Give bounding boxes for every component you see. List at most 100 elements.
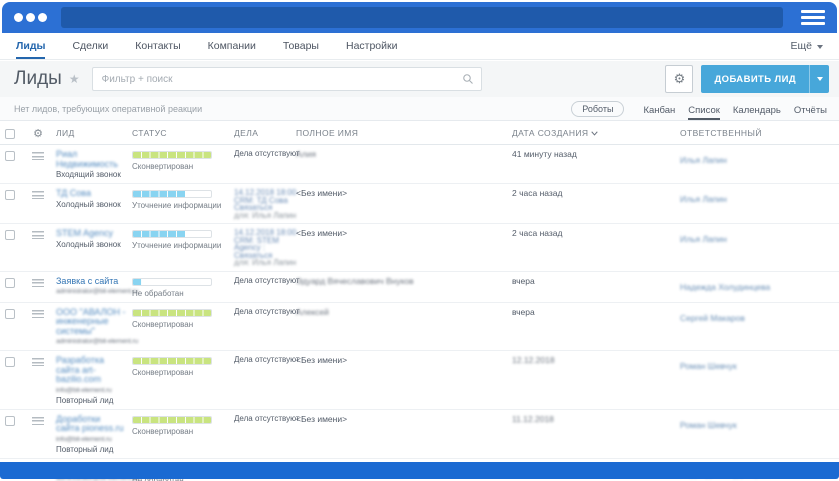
table-header: ⚙ ЛИД СТАТУС ДЕЛА ПОЛНОЕ ИМЯ ДАТА СОЗДАН… — [0, 122, 839, 145]
filter-search-input[interactable] — [91, 67, 482, 91]
table-row[interactable]: ТД Сова Холодный звонок Уточнение информац… — [0, 184, 839, 224]
favorite-star-icon[interactable]: ★ — [69, 72, 80, 86]
column-header-status[interactable]: СТАТУС — [132, 128, 234, 138]
table-row[interactable]: Доработки сайта pioness.ru info@bit-eleme… — [0, 409, 839, 459]
add-lead-label: ДОБАВИТЬ ЛИД — [714, 73, 796, 85]
add-lead-dropdown-button[interactable] — [810, 65, 829, 93]
row-menu-icon[interactable] — [32, 278, 44, 287]
column-header-lead[interactable]: ЛИД — [56, 128, 132, 138]
row-checkbox-cell — [0, 189, 26, 200]
status-progress-bar — [132, 277, 212, 286]
responsible-link[interactable]: Илья Лапин — [680, 234, 727, 244]
table-row[interactable]: Заявка с сайтаadministrator@bit-element.… — [0, 271, 839, 303]
app-menu-icon[interactable] — [14, 13, 47, 22]
table-row[interactable]: STEM Agency Холодный звонок Уточнение инфо… — [0, 224, 839, 272]
row-checkbox-cell — [0, 415, 26, 426]
row-menu-icon[interactable] — [32, 191, 44, 199]
row-menu-icon[interactable] — [32, 416, 44, 425]
created-date: 41 минуту назад — [512, 149, 577, 159]
lead-title-link[interactable]: Риал Недвижимость — [56, 149, 126, 169]
activity-text: Дела отсутствуют — [234, 355, 300, 364]
page-title: Лиды — [14, 68, 62, 89]
crm-nav-tab-3[interactable]: Компании — [208, 33, 256, 59]
row-menu-icon[interactable] — [32, 358, 44, 366]
lead-subtext: Повторный лид — [56, 395, 114, 405]
row-checkbox[interactable] — [5, 308, 15, 319]
lead-title-link[interactable]: ООО "АВАЛОН - инженерные системы" — [56, 307, 126, 337]
table-row[interactable]: ООО "АВАЛОН - инженерные системы" adminis… — [0, 302, 839, 351]
responsible-cell: Илья Лапин — [680, 150, 839, 168]
lead-title-link[interactable]: Разработка сайта art-bazilio.com — [56, 355, 126, 385]
topbar-search-bar[interactable] — [61, 7, 783, 28]
column-header-created[interactable]: ДАТА СОЗДАНИЯ — [512, 128, 680, 138]
lead-title-link[interactable]: Доработки сайта pioness.ru — [56, 414, 126, 434]
lead-title-link[interactable]: ТД Сова — [56, 188, 126, 199]
status-progress-bar — [132, 230, 212, 238]
responsible-link[interactable]: Роман Шевчук — [680, 420, 737, 430]
view-tab-2[interactable]: Календарь — [733, 105, 781, 120]
activity-text: Дела отсутствуют — [234, 149, 300, 158]
created-date: 2 часа назад — [512, 228, 563, 238]
crm-nav-tab-4[interactable]: Товары — [283, 33, 319, 59]
column-header-activity[interactable]: ДЕЛА — [234, 128, 296, 138]
grid-settings-gear-icon[interactable]: ⚙ — [33, 127, 43, 140]
lead-cell: Доработки сайта pioness.ru info@bit-eleme… — [56, 414, 132, 454]
activity-text: Дела отсутствуют — [234, 413, 300, 423]
row-checkbox[interactable] — [5, 230, 15, 240]
full-name: <Без имени> — [296, 355, 348, 365]
robots-button[interactable]: Роботы — [571, 100, 625, 117]
lead-subtext: Входящий звонок — [56, 170, 121, 179]
crm-nav-tab-0[interactable]: Лиды — [16, 33, 46, 59]
responsible-link[interactable]: Надежда Холудинцева — [680, 282, 770, 292]
status-cell: Сконвертирован — [132, 415, 234, 436]
row-menu-icon[interactable] — [32, 309, 44, 318]
activity-cell: Дела отсутствуют — [234, 413, 300, 423]
crm-nav-tab-2[interactable]: Контакты — [135, 33, 180, 59]
settings-gear-button[interactable]: ⚙ — [665, 65, 694, 93]
column-header-fullname[interactable]: ПОЛНОЕ ИМЯ — [296, 128, 512, 138]
table-row[interactable]: Риал Недвижимость Входящий звонок Сконверт… — [0, 145, 839, 184]
row-checkbox[interactable] — [5, 190, 15, 200]
row-checkbox-cell — [0, 277, 26, 288]
responsible-link[interactable]: Сергей Макаров — [680, 313, 745, 323]
row-checkbox[interactable] — [5, 151, 15, 161]
lead-title-link[interactable]: STEM Agency — [56, 228, 126, 239]
row-checkbox[interactable] — [5, 357, 15, 367]
status-cell: Уточнение информации — [132, 229, 234, 250]
responsible-cell: Надежда Холудинцева — [680, 277, 839, 295]
row-menu-cell — [26, 150, 56, 160]
created-date: вчера — [512, 275, 535, 286]
table-row[interactable]: Разработка сайта art-bazilio.com info@bit… — [0, 351, 839, 410]
responsible-link[interactable]: Роман Шевчук — [680, 361, 737, 371]
created-date: 11.12.2018 — [512, 413, 554, 424]
crm-nav-tab-5[interactable]: Настройки — [346, 33, 398, 59]
full-name: Алексей — [296, 306, 329, 317]
row-checkbox[interactable] — [5, 415, 15, 426]
view-tab-3[interactable]: Отчёты — [794, 105, 827, 120]
view-tab-1[interactable]: Список — [688, 104, 720, 120]
row-checkbox[interactable] — [5, 277, 15, 288]
lead-cell: ТД Сова Холодный звонок — [56, 188, 132, 208]
lead-cell: ООО "АВАЛОН - инженерные системы" adminis… — [56, 307, 139, 347]
view-tab-0[interactable]: Канбан — [643, 105, 675, 120]
hamburger-menu-icon[interactable] — [801, 10, 825, 25]
responsible-link[interactable]: Илья Лапин — [680, 194, 727, 204]
chevron-down-icon — [816, 77, 823, 81]
lead-cell: Разработка сайта art-bazilio.com info@bit… — [56, 355, 132, 405]
filter-search — [91, 67, 482, 91]
activity-text: для: Илья Лапин — [234, 258, 297, 267]
view-tabs: Канбан Список Календарь Отчёты — [630, 100, 827, 120]
status-progress-bar — [132, 308, 212, 317]
status-label: Не обработан — [132, 288, 184, 298]
row-menu-icon[interactable] — [32, 231, 44, 239]
add-lead-button[interactable]: ДОБАВИТЬ ЛИД — [701, 65, 829, 93]
lead-title-link[interactable]: Заявка с сайта — [56, 276, 126, 287]
lead-subtext: administrator@bit-element.ru — [56, 338, 139, 345]
lead-subtext: Повторный лид — [56, 444, 114, 454]
responsible-link[interactable]: Илья Лапин — [680, 155, 727, 165]
select-all-checkbox[interactable] — [5, 128, 15, 139]
column-header-responsible[interactable]: ОТВЕТСТВЕННЫЙ — [680, 128, 839, 138]
more-menu-button[interactable]: Ещё — [791, 33, 823, 59]
crm-nav-tab-1[interactable]: Сделки — [72, 33, 108, 59]
row-menu-icon[interactable] — [32, 152, 44, 160]
